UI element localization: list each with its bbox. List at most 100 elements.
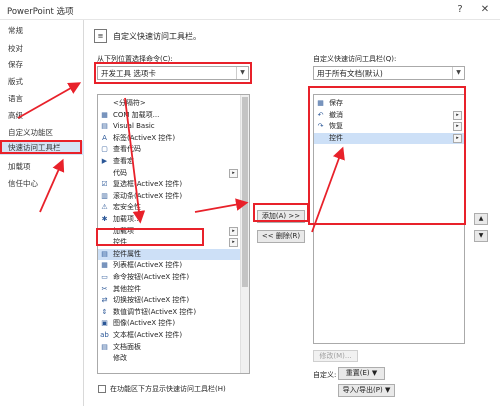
command-item-icon — [100, 99, 109, 108]
command-item[interactable]: ✂ 其他控件 — [98, 284, 240, 296]
scrollbar-thumb[interactable] — [242, 97, 248, 287]
command-item-label: 列表框(ActiveX 控件) — [113, 261, 183, 270]
customize-toolbar-label: 自定义快速访问工具栏(Q): — [313, 55, 397, 63]
command-item-icon: ▢ — [101, 145, 108, 154]
annotation-box-toolbar-list — [308, 86, 466, 225]
command-item-label: 数值调节钮(ActiveX 控件) — [113, 307, 197, 316]
command-item-label: 控件属性 — [113, 249, 141, 258]
command-item-icon: ▭ — [101, 273, 108, 281]
command-item-icon: ⇕ — [101, 307, 108, 316]
sidebar-item-layout[interactable]: 版式 — [0, 75, 84, 89]
move-down-button[interactable]: ▼ — [474, 230, 488, 242]
command-item-icon: ▣ — [101, 319, 108, 328]
customize-label: 自定义: — [313, 371, 337, 379]
command-item-icon: ▤ — [101, 342, 108, 351]
annotation-box-controls — [96, 228, 204, 246]
show-below-ribbon-checkbox[interactable] — [98, 385, 106, 393]
command-item-icon: ▥ — [101, 191, 108, 200]
command-item-icon — [100, 354, 109, 363]
command-item[interactable]: ▥ 滚动条(ActiveX 控件) — [98, 191, 240, 203]
sidebar: 常规 校对 保存 版式 语言 高级 自定义功能区 快速访问工具栏 加载项 信任中… — [0, 20, 84, 406]
annotation-box-sidebar — [0, 140, 82, 154]
command-item-icon: ☑ — [101, 180, 108, 189]
command-item-label: 文档面板 — [113, 342, 141, 351]
sidebar-item-save[interactable]: 保存 — [0, 58, 84, 72]
command-item-label: 代码 — [113, 168, 127, 177]
command-item-label: 修改 — [113, 354, 127, 363]
commands-scrollbar[interactable] — [240, 95, 249, 373]
sidebar-item-general[interactable]: 常规 — [0, 24, 84, 38]
command-item-icon: ▶ — [101, 157, 108, 165]
command-item-icon: ▦ — [101, 261, 108, 270]
import-export-button[interactable]: 导入/导出(P) ▼ — [338, 384, 395, 397]
command-item-icon: ✂ — [101, 284, 108, 293]
help-icon[interactable]: ? — [453, 3, 467, 17]
submenu-arrow-icon: ▸ — [229, 226, 238, 236]
close-icon[interactable]: ✕ — [478, 3, 492, 17]
command-item[interactable]: ⇕ 数值调节钮(ActiveX 控件) — [98, 307, 240, 319]
command-item-label: 查看宏 — [113, 157, 134, 165]
command-item[interactable]: ▤ Visual Basic — [98, 121, 240, 133]
toolbar-customize-icon: ≡ — [94, 29, 107, 43]
command-item[interactable]: ab 文本框(ActiveX 控件) — [98, 330, 240, 342]
command-item-icon: ▦ — [101, 110, 108, 119]
command-item-label: 查看代码 — [113, 145, 141, 154]
command-item[interactable]: <分隔符> — [98, 98, 240, 110]
move-up-button[interactable]: ▲ — [474, 213, 488, 225]
sidebar-item-advanced[interactable]: 高级 — [0, 109, 84, 123]
title-bar: PowerPoint 选项 ? ✕ — [0, 0, 500, 20]
submenu-arrow-icon: ▸ — [229, 168, 238, 178]
command-item-icon: ⚠ — [101, 203, 108, 212]
sidebar-item-trust-center[interactable]: 信任中心 — [0, 177, 84, 191]
window-title: PowerPoint 选项 — [7, 7, 74, 17]
command-item-label: 其他控件 — [113, 284, 141, 293]
command-item[interactable]: 代码 ▸ — [98, 168, 240, 180]
command-item-label: <分隔符> — [113, 99, 146, 107]
command-item-label: COM 加载项... — [113, 110, 160, 119]
command-item[interactable]: ▦ 列表框(ActiveX 控件) — [98, 260, 240, 272]
command-item[interactable]: ▤ 控件属性 — [98, 248, 240, 261]
chevron-down-icon[interactable]: ▼ — [452, 67, 464, 79]
command-item[interactable]: ▤ 文档面板 — [98, 342, 240, 354]
annotation-box-dropdown — [94, 62, 252, 84]
command-item[interactable]: 修改 — [98, 353, 240, 365]
command-item[interactable]: ▢ 查看代码 — [98, 144, 240, 156]
customize-toolbar-dropdown[interactable]: 用于所有文档(默认) ▼ — [313, 66, 465, 80]
command-item-label: 切换按钮(ActiveX 控件) — [113, 296, 190, 305]
modify-button[interactable]: 修改(M)... — [313, 350, 358, 362]
customize-toolbar-value: 用于所有文档(默认) — [317, 69, 383, 78]
reset-button[interactable]: 重置(E) ▼ — [338, 367, 385, 380]
command-item[interactable]: ⇄ 切换按钮(ActiveX 控件) — [98, 295, 240, 307]
command-item-icon: ab — [100, 331, 109, 339]
sidebar-item-proofing[interactable]: 校对 — [0, 42, 84, 56]
command-item-label: 滚动条(ActiveX 控件) — [113, 191, 183, 200]
command-item-label: 宏安全性 — [113, 203, 141, 212]
command-item[interactable]: ✱ 加载项... — [98, 214, 240, 226]
command-item[interactable]: ⚠ 宏安全性 — [98, 202, 240, 214]
sidebar-item-addins[interactable]: 加载项 — [0, 160, 84, 174]
command-item[interactable]: ▶ 查看宏 — [98, 156, 240, 168]
command-item-label: Visual Basic — [113, 122, 155, 131]
command-item-icon — [100, 169, 109, 178]
sidebar-item-customize-ribbon[interactable]: 自定义功能区 — [0, 126, 84, 140]
command-item-icon: ▤ — [101, 122, 108, 131]
command-item[interactable]: ▭ 命令按钮(ActiveX 控件) — [98, 272, 240, 284]
command-item[interactable]: A 标签(ActiveX 控件) — [98, 133, 240, 145]
annotation-box-add — [253, 203, 309, 222]
remove-button[interactable]: << 删除(R) — [257, 230, 305, 243]
command-item-label: 标签(ActiveX 控件) — [113, 133, 176, 142]
command-item-icon: ⇄ — [101, 296, 108, 305]
command-item-label: 加载项... — [113, 215, 141, 223]
command-item[interactable]: ▦ COM 加载项... — [98, 110, 240, 122]
command-item[interactable]: ▣ 图像(ActiveX 控件) — [98, 318, 240, 330]
command-item-icon: ✱ — [101, 215, 108, 223]
command-item-label: 文本框(ActiveX 控件) — [113, 331, 183, 339]
command-item-label: 命令按钮(ActiveX 控件) — [113, 273, 190, 281]
command-item-label: 复选框(ActiveX 控件) — [113, 180, 183, 189]
command-item[interactable]: ☑ 复选框(ActiveX 控件) — [98, 179, 240, 191]
page-heading: 自定义快速访问工具栏。 — [113, 32, 201, 41]
sidebar-item-language[interactable]: 语言 — [0, 92, 84, 106]
command-item-label: 图像(ActiveX 控件) — [113, 319, 176, 328]
command-item-icon: ▤ — [101, 249, 108, 258]
submenu-arrow-icon: ▸ — [229, 238, 238, 248]
